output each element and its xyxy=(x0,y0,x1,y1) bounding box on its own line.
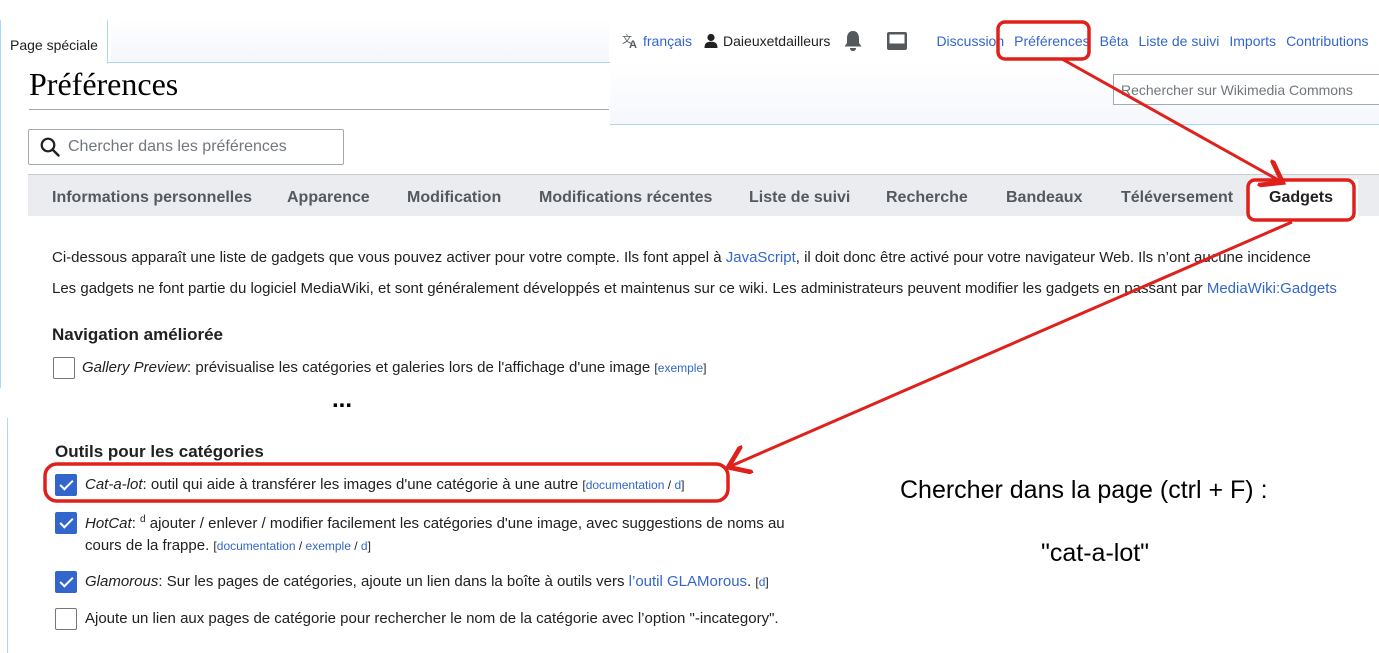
tab-personal-info[interactable]: Informations personnelles xyxy=(52,189,252,207)
incategory-label: Ajoute un lien aux pages de catégorie po… xyxy=(85,610,779,627)
link-preferences[interactable]: Préférences xyxy=(1014,33,1089,49)
search-icon xyxy=(40,137,60,157)
gallery-preview-links: [exemple] xyxy=(654,361,707,375)
site-search-input[interactable]: Rechercher sur Wikimedia Commons xyxy=(1113,74,1379,105)
link-watchlist[interactable]: Liste de suivi xyxy=(1138,33,1219,49)
catalot-documentation-link[interactable]: documentation xyxy=(586,478,665,492)
glamorous-label: Glamorous: Sur les pages de catégories, … xyxy=(85,573,769,590)
hotcat-label-line1: HotCat: d ajouter / enlever / modifier f… xyxy=(85,514,785,532)
tab-special-page[interactable]: Page spéciale xyxy=(1,20,108,64)
language-label: français xyxy=(643,33,693,49)
tab-upload[interactable]: Téléversement xyxy=(1121,189,1233,207)
user-icon xyxy=(704,33,718,48)
gallery-preview-example-link[interactable]: exemple xyxy=(658,361,703,375)
intro-line-2: Les gadgets ne font partie du logiciel M… xyxy=(52,280,1337,297)
intro-text-1a: Ci-dessous apparaît une liste de gadgets… xyxy=(52,249,726,266)
catalot-d-link[interactable]: d xyxy=(674,478,681,492)
catalot-name: Cat-a-lot xyxy=(85,476,143,493)
hotcat-d-link[interactable]: d xyxy=(361,539,368,553)
gallery-preview-desc: : prévisualise les catégories et galerie… xyxy=(187,359,655,376)
hotcat-links: [documentation / exemple / d] xyxy=(213,539,371,553)
mediawiki-gadgets-link[interactable]: MediaWiki:Gadgets xyxy=(1207,280,1337,297)
hotcat-name: HotCat xyxy=(85,515,132,532)
link-beta[interactable]: Bêta xyxy=(1100,33,1129,49)
glamorous-desc: : Sur les pages de catégories, ajoute un… xyxy=(158,573,629,590)
annotation-instruction: Chercher dans la page (ctrl + F) : xyxy=(900,476,1268,504)
header-gradient xyxy=(111,20,609,62)
tray-icon xyxy=(887,32,908,50)
preferences-search-input[interactable]: Chercher dans les préférences xyxy=(28,129,344,165)
notifications-button[interactable] xyxy=(843,30,863,52)
tab-editing[interactable]: Modification xyxy=(407,189,501,207)
user-link[interactable]: Daieuxetdailleurs xyxy=(704,33,830,49)
annotation-search-term: "cat-a-lot" xyxy=(1041,539,1150,567)
glamorous-period: . xyxy=(747,573,752,590)
gallery-preview-name: Gallery Preview xyxy=(82,359,188,376)
hotcat-checkbox[interactable] xyxy=(55,512,77,534)
section-heading-navigation: Navigation améliorée xyxy=(52,325,224,344)
preferences-search-placeholder: Chercher dans les préférences xyxy=(68,138,287,155)
tab-search[interactable]: Recherche xyxy=(886,189,968,207)
hotcat-label-line2: cours de la frappe. [documentation / exe… xyxy=(85,537,371,554)
intro-text-2a: Les gadgets ne font partie du logiciel M… xyxy=(52,280,1207,297)
gallery-preview-checkbox[interactable] xyxy=(53,357,75,379)
link-discussion[interactable]: Discussion xyxy=(936,33,1004,49)
bell-icon xyxy=(844,31,862,51)
right-header-rule xyxy=(610,124,1379,125)
content-border-left xyxy=(0,20,1,388)
tab-appearance[interactable]: Apparence xyxy=(287,189,370,207)
hotcat-example-link[interactable]: exemple xyxy=(306,539,351,553)
incategory-checkbox[interactable] xyxy=(55,608,77,630)
tab-recent-changes[interactable]: Modifications récentes xyxy=(539,189,712,207)
translate-icon: 文 A xyxy=(622,33,637,49)
hotcat-desc1: ajouter / enlever / modifier facilement … xyxy=(145,515,785,532)
tab-watchlist[interactable]: Liste de suivi xyxy=(749,189,850,207)
tab-banners[interactable]: Bandeaux xyxy=(1006,189,1082,207)
catalot-checkbox[interactable] xyxy=(55,474,77,496)
personal-bar: 文 A français Daieuxetdailleurs Discussio… xyxy=(622,31,1369,51)
intro-text-1b: , il doit donc être activé pour votre na… xyxy=(795,249,1311,266)
intro-line-1: Ci-dessous apparaît une liste de gadgets… xyxy=(52,249,1311,266)
catalot-links: [documentation / d] xyxy=(582,478,685,492)
title-rule xyxy=(29,109,609,110)
content-border-left-lower xyxy=(7,418,8,653)
hotcat-desc2: cours de la frappe. xyxy=(85,537,214,554)
link-uploads[interactable]: Imports xyxy=(1229,33,1276,49)
link-separator: / xyxy=(667,478,672,492)
catalot-label: Cat-a-lot: outil qui aide à transférer l… xyxy=(85,476,684,493)
notices-button[interactable] xyxy=(886,31,908,51)
glamorous-name: Glamorous xyxy=(85,573,159,590)
javascript-link[interactable]: JavaScript xyxy=(726,249,796,266)
tab-gadgets[interactable]: Gadgets xyxy=(1269,189,1333,207)
hotcat-documentation-link[interactable]: documentation xyxy=(217,539,296,553)
glamorous-checkbox[interactable] xyxy=(55,571,77,593)
language-link[interactable]: 文 A français xyxy=(622,33,692,49)
cut-gap xyxy=(0,388,1379,418)
link-contributions[interactable]: Contributions xyxy=(1286,33,1369,49)
catalot-desc: : outil qui aide à transférer les images… xyxy=(142,476,583,493)
section-heading-categories: Outils pour les catégories xyxy=(55,442,264,461)
ellipsis: ... xyxy=(332,386,353,413)
glamorous-tool-link[interactable]: l’outil GLAMorous xyxy=(629,573,747,590)
glamorous-d-link[interactable]: d xyxy=(759,575,766,589)
gallery-preview-label: Gallery Preview: prévisualise les catégo… xyxy=(82,359,706,376)
svg-text:A: A xyxy=(629,39,637,49)
page-title: Préférences xyxy=(29,66,179,102)
glamorous-d: [d] xyxy=(755,575,769,589)
username: Daieuxetdailleurs xyxy=(723,33,831,49)
